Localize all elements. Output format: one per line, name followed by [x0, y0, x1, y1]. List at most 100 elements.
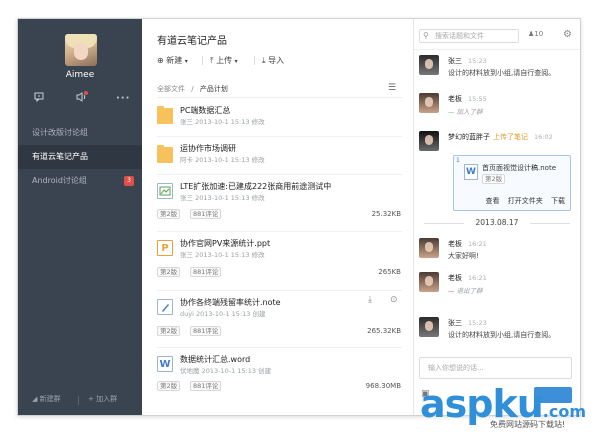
- view-link[interactable]: 查看: [486, 197, 500, 205]
- sidebar-footer: ◢ 新建群 + 加入群: [18, 394, 142, 408]
- file-row[interactable]: W 数据统计汇总.word 伏地魔 2013-10-1 15:13 创建 第2版…: [142, 352, 414, 404]
- chat-message: 老板 16:21 大家好啊!: [419, 238, 579, 264]
- comment-tag[interactable]: 881评论: [190, 267, 222, 277]
- avatar[interactable]: [419, 131, 439, 151]
- group-label: Android讨论组: [32, 176, 87, 185]
- file-row[interactable]: LTE扩张加速:已建成222张商用前途测试中 张三 2013-10-1 15:1…: [142, 179, 414, 231]
- chat-panel: ⚲ 搜索话题和文件 ♟10 ⚙ 张三 15:23 设计的材料放到小组,请自行查阅。…: [414, 19, 580, 415]
- file-card-actions: 查看 打开文件夹 下载: [454, 196, 570, 206]
- file-row[interactable]: 运协作市场调研 阿卡 2013-10-1 15:13 修改: [142, 141, 414, 173]
- import-button[interactable]: ⤓ 导入: [262, 55, 284, 66]
- file-name[interactable]: 协作各终端残留率统计.note: [180, 297, 281, 308]
- search-input[interactable]: ⚲ 搜索话题和文件: [419, 29, 519, 43]
- file-size: 968.30MB: [365, 382, 401, 390]
- file-card-name[interactable]: 首页面视觉设计稿.note: [482, 163, 556, 173]
- open-folder-link[interactable]: 打开文件夹: [508, 197, 543, 205]
- file-card-count: 1: [456, 157, 460, 164]
- gear-icon[interactable]: ⚙: [563, 29, 572, 40]
- new-group-button[interactable]: ◢ 新建群: [32, 394, 61, 404]
- file-panel: 有道云笔记产品 ⊕ 新建 ▾ ⤒ 上传 ▾ ⤓ 导入 全部文件 / 产品计划 ☰…: [142, 19, 414, 415]
- avatar[interactable]: [65, 34, 97, 66]
- list-view-icon[interactable]: ☰: [388, 83, 396, 93]
- chat-message: 张三 15:23 设计的材料放到小组,请自行查阅。: [419, 55, 579, 81]
- divider: [202, 56, 203, 65]
- message-icon[interactable]: [32, 92, 46, 106]
- avatar[interactable]: [419, 55, 439, 75]
- divider: [157, 290, 402, 291]
- group-label: 有道云笔记产品: [32, 152, 88, 161]
- file-meta: 伏地魔 2013-10-1 15:13 创建: [180, 367, 272, 375]
- file-name[interactable]: PC端数据汇总: [180, 105, 230, 116]
- divider: [157, 347, 402, 348]
- comment-tag[interactable]: 881评论: [190, 326, 222, 336]
- divider: [157, 97, 402, 98]
- join-group-button[interactable]: + 加入群: [88, 394, 117, 404]
- app-window: Aimee ··· 设计改版讨论组 有道云笔记产品 Android讨论组 3 ◢…: [17, 18, 581, 416]
- page-title: 有道云笔记产品: [157, 36, 227, 47]
- caret-down-icon: ▾: [184, 58, 188, 65]
- file-row[interactable]: 协作各终端残留率统计.note duyi 2013-10-1 15:13 创建 …: [142, 295, 414, 347]
- avatar[interactable]: [419, 93, 439, 113]
- comment-tag[interactable]: 881评论: [190, 209, 222, 219]
- plus-icon: +: [88, 395, 94, 403]
- divider: [157, 231, 402, 232]
- version-tag[interactable]: 第2版: [157, 326, 181, 336]
- version-tag[interactable]: 第2版: [157, 381, 181, 391]
- notification-dot: [84, 91, 88, 95]
- file-row[interactable]: PC端数据汇总 张三 2013-10-1 15:13 修改: [142, 104, 414, 136]
- group-item[interactable]: 设计改版讨论组: [18, 121, 142, 145]
- group-item-active[interactable]: 有道云笔记产品: [18, 145, 142, 169]
- divider: [414, 49, 580, 50]
- message-input[interactable]: 输入你想说的话...: [419, 357, 572, 379]
- chat-message: 张三 15:23 设计的材料放到小组,请自行查阅。: [419, 317, 579, 343]
- avatar[interactable]: [419, 317, 439, 337]
- group-label: 设计改版讨论组: [32, 128, 88, 137]
- divider: [254, 56, 255, 65]
- version-tag[interactable]: 第2版: [157, 267, 181, 277]
- system-message: — 退出了群: [448, 287, 483, 295]
- file-name[interactable]: 数据统计汇总.word: [180, 354, 250, 365]
- chat-message: 老板 16:21 — 退出了群: [419, 272, 579, 298]
- file-card[interactable]: 1 W 首页面视觉设计稿.note 第2版 查看 打开文件夹 下载: [453, 155, 571, 211]
- chat-message: 老板 15:55 — 加入了群: [419, 93, 579, 119]
- new-button[interactable]: ⊕ 新建 ▾: [157, 55, 188, 66]
- group-item[interactable]: Android讨论组 3: [18, 169, 142, 193]
- file-name[interactable]: 协作官网PV来源统计.ppt: [180, 238, 270, 249]
- divider: [157, 174, 402, 175]
- breadcrumb-root[interactable]: 全部文件: [157, 85, 185, 93]
- file-meta: 阿卡 2013-10-1 15:13 修改: [180, 156, 265, 164]
- word-file-icon: W: [464, 164, 478, 180]
- more-icon[interactable]: ···: [116, 92, 130, 106]
- upload-button[interactable]: ⤒ 上传 ▾: [210, 55, 238, 66]
- sidebar: Aimee ··· 设计改版讨论组 有道云笔记产品 Android讨论组 3 ◢…: [18, 19, 142, 415]
- file-name[interactable]: LTE扩张加速:已建成222张商用前途测试中: [180, 181, 331, 192]
- word-file-icon: W: [157, 356, 173, 372]
- speaker-icon[interactable]: [74, 91, 88, 106]
- comment-tag[interactable]: 881评论: [190, 381, 222, 391]
- file-name[interactable]: 运协作市场调研: [180, 143, 236, 154]
- folder-icon: [157, 106, 173, 124]
- file-size: 265.32KB: [367, 327, 401, 335]
- download-link[interactable]: 下载: [551, 197, 565, 205]
- search-icon: ⚲: [423, 31, 429, 40]
- image-file-icon: [157, 183, 173, 199]
- download-icon[interactable]: ⤓: [368, 295, 372, 305]
- sidebar-actions: ···: [18, 91, 142, 106]
- folder-icon: [157, 145, 173, 163]
- file-row[interactable]: P 协作官网PV来源统计.ppt 张三 2013-10-1 15:13 修改 第…: [142, 236, 414, 290]
- divider: [157, 136, 402, 137]
- version-tag[interactable]: 第2版: [157, 209, 181, 219]
- more-circle-icon[interactable]: ⊙: [390, 295, 398, 305]
- file-meta: 张三 2013-10-1 15:13 修改: [180, 251, 265, 259]
- message-text: 设计的材料放到小组,请自行查阅。: [448, 69, 556, 77]
- watermark: aspku.com 免费网站源码下载站!: [418, 384, 600, 436]
- avatar[interactable]: [419, 238, 439, 258]
- avatar[interactable]: [419, 272, 439, 292]
- file-meta: 张三 2013-10-1 15:13 修改: [180, 194, 265, 202]
- unread-badge: 3: [124, 176, 134, 186]
- breadcrumb: 全部文件 / 产品计划: [157, 85, 228, 93]
- note-file-icon: [157, 299, 173, 315]
- upload-icon: ⤒: [210, 56, 214, 65]
- members-button[interactable]: ♟10: [528, 30, 543, 38]
- ppt-file-icon: P: [157, 240, 173, 256]
